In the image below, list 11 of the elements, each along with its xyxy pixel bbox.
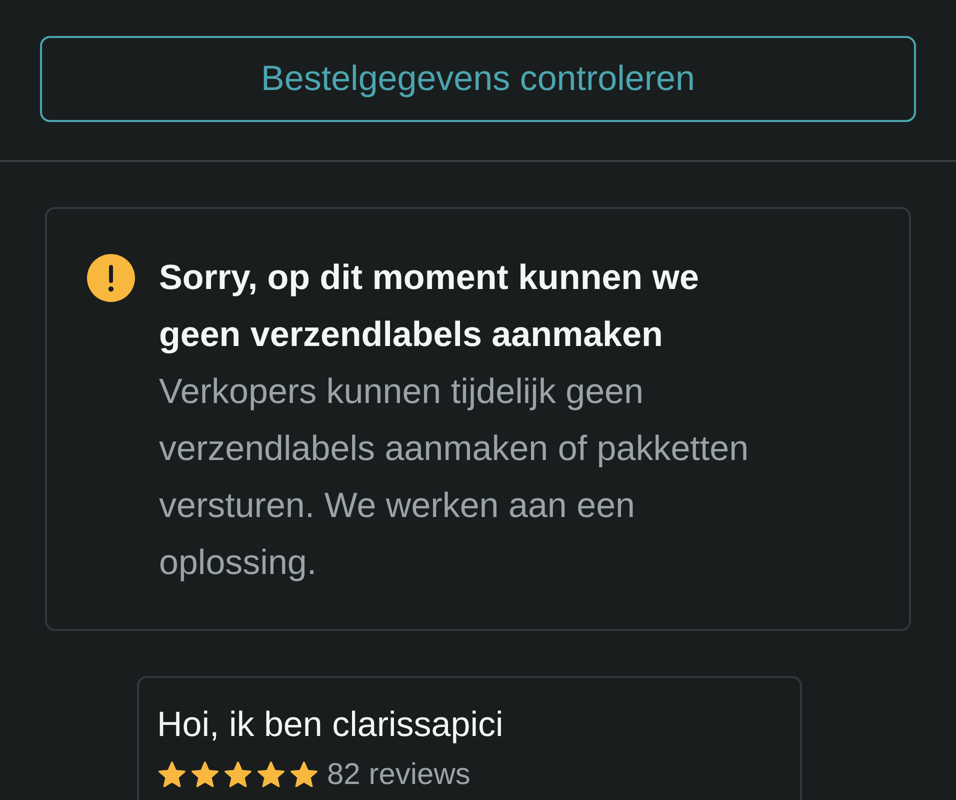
star-icon	[190, 760, 220, 790]
review-count: 82 reviews	[327, 758, 470, 792]
warning-icon	[87, 254, 135, 302]
star-icon	[157, 760, 187, 790]
star-icon	[256, 760, 286, 790]
alert-title: Sorry, op dit moment kunnen we geen verzendlabels aanmaken	[159, 257, 700, 356]
alert-message: Verkopers kunnen tijdelijk geen verzendlabels aanmaken of pakketten versturen. We werken aan een oplossing.	[159, 371, 750, 584]
seller-greeting: Hoi, ik ben clarissapici	[157, 704, 504, 746]
star-icon	[223, 760, 253, 790]
star-icon	[289, 760, 319, 790]
order-details-button[interactable]: Bestelgegevens controleren	[40, 36, 916, 122]
